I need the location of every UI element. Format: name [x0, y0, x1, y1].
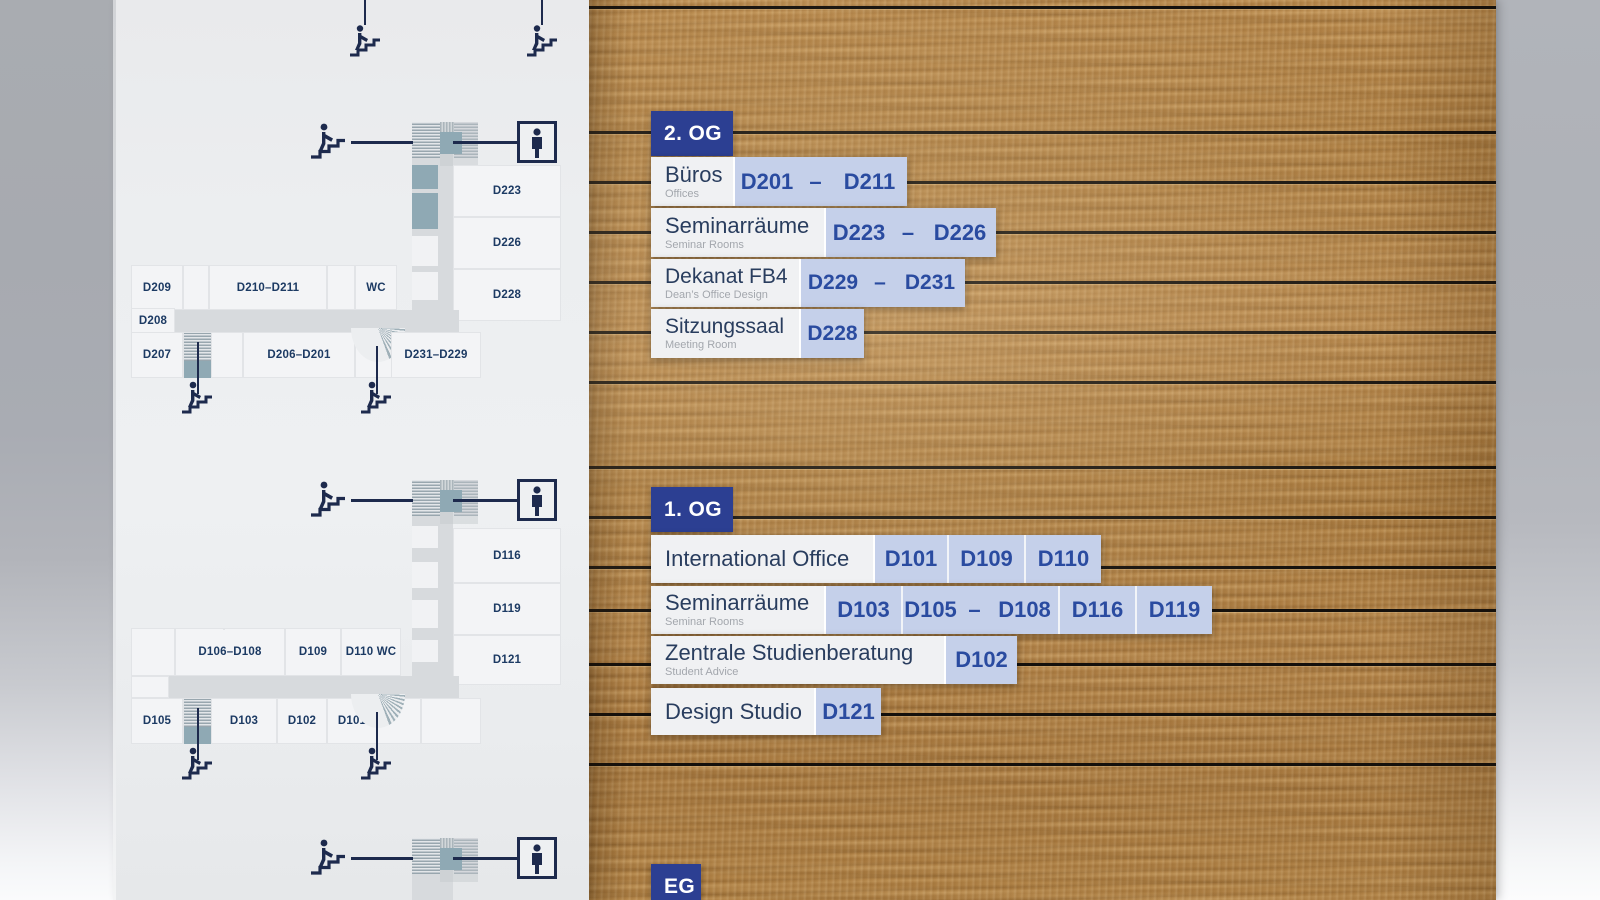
- room-code[interactable]: D121: [814, 688, 881, 735]
- row-label-tile: Seminarräume Seminar Rooms: [651, 586, 824, 634]
- row-codes: D101 D109 D110: [873, 535, 1101, 583]
- row-codes: D121: [814, 688, 881, 735]
- room-code[interactable]: D116: [1058, 586, 1135, 634]
- room-code[interactable]: D108: [991, 586, 1058, 634]
- row-label-de: Seminarräume: [665, 590, 810, 615]
- row-label-de: International Office: [665, 546, 850, 571]
- room-code[interactable]: D110: [1024, 535, 1101, 583]
- directory-row[interactable]: Seminarräume Seminar Rooms D103 D105 – D…: [651, 586, 1212, 634]
- row-label-tile: International Office: [651, 535, 873, 583]
- directory-row[interactable]: International Office D101 D109 D110: [651, 535, 1101, 583]
- directory-row[interactable]: Design Studio D121: [651, 688, 881, 735]
- room-code[interactable]: D101: [873, 535, 947, 583]
- row-label-de: Zentrale Studienberatung: [665, 640, 914, 665]
- row-label-tile: Zentrale Studienberatung Student Advice: [651, 636, 944, 684]
- sign-scene: D223 D226 D228 D209 D210–D211 WC D208 D2…: [0, 0, 1600, 900]
- floor-badge-label: EG: [664, 874, 696, 898]
- directory-row[interactable]: Zentrale Studienberatung Student Advice …: [651, 636, 1017, 684]
- row-label-de: Design Studio: [665, 698, 802, 724]
- room-code[interactable]: D119: [1135, 586, 1212, 634]
- row-codes: D103 D105 – D108 D116 D119: [824, 586, 1212, 634]
- row-codes: D102: [944, 636, 1017, 684]
- room-code[interactable]: D102: [944, 636, 1017, 684]
- row-label-tile: Design Studio: [651, 688, 814, 735]
- floor-badge-label: 1. OG: [664, 497, 723, 521]
- row-label-en: Student Advice: [665, 666, 739, 678]
- floor-badge-eg: EG: [651, 864, 701, 900]
- row-label-en: Seminar Rooms: [665, 616, 744, 628]
- room-code[interactable]: D109: [947, 535, 1024, 583]
- room-code[interactable]: D103: [824, 586, 901, 634]
- room-code[interactable]: D105: [901, 586, 958, 634]
- room-code-dash: –: [958, 586, 991, 634]
- floor-group-1og: 1. OG International Office D101 D109 D11…: [0, 0, 1600, 900]
- floor-badge-1og: 1. OG: [651, 487, 733, 532]
